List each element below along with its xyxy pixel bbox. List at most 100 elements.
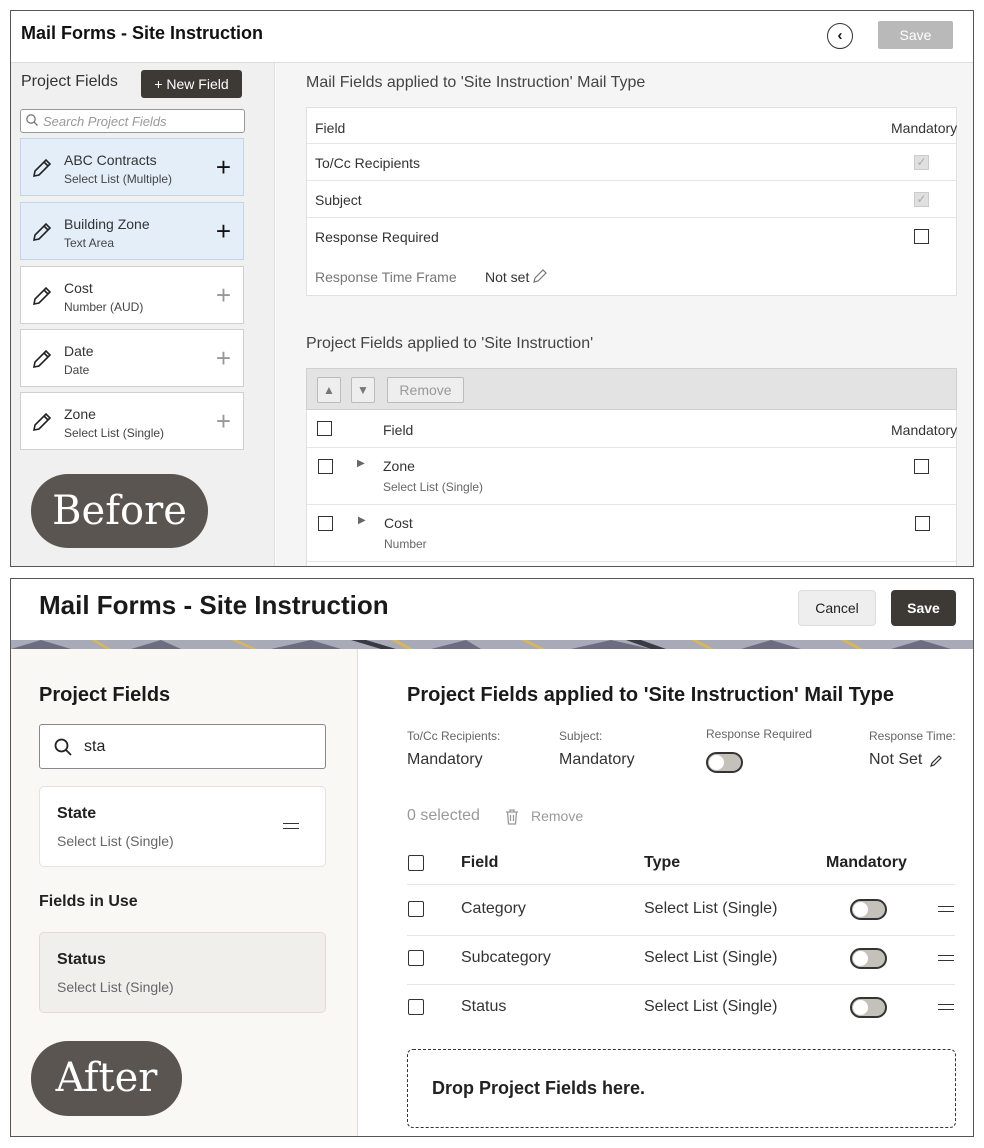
type-header: Type bbox=[644, 854, 681, 871]
drag-handle-icon[interactable] bbox=[938, 1004, 954, 1010]
search-input[interactable]: Search Project Fields bbox=[20, 109, 245, 133]
mandatory-header: Mandatory bbox=[826, 854, 907, 871]
drop-zone[interactable]: Drop Project Fields here. bbox=[407, 1049, 956, 1128]
selected-count: 0 selected bbox=[407, 807, 480, 824]
field-link[interactable]: Zone bbox=[383, 458, 415, 474]
add-icon[interactable]: + bbox=[216, 282, 231, 308]
row-checkbox[interactable] bbox=[318, 459, 333, 474]
mandatory-checkbox[interactable] bbox=[915, 516, 930, 531]
response-required-label: Response Required bbox=[706, 727, 813, 741]
pencil-icon bbox=[32, 286, 52, 306]
add-icon[interactable]: + bbox=[216, 345, 231, 371]
remove-button[interactable]: Remove bbox=[531, 808, 583, 824]
field-name: Cost bbox=[64, 280, 93, 296]
trash-icon[interactable] bbox=[504, 808, 520, 826]
field-card[interactable]: ABC Contracts Select List (Multiple) + bbox=[20, 138, 244, 196]
mandatory-checkbox: ✓ bbox=[914, 192, 929, 207]
search-input[interactable]: sta bbox=[39, 724, 326, 769]
drop-zone-label: Drop Project Fields here. bbox=[432, 1078, 646, 1098]
field-type: Select List (Multiple) bbox=[64, 172, 173, 186]
field-link[interactable]: Subcategory bbox=[461, 949, 551, 967]
table-row: ▶ Cost Number bbox=[307, 505, 956, 562]
new-field-button[interactable]: + New Field bbox=[141, 70, 242, 98]
field-name: Zone bbox=[64, 406, 96, 422]
add-icon[interactable]: + bbox=[216, 154, 231, 180]
mandatory-toggle[interactable] bbox=[850, 997, 887, 1018]
field-card[interactable]: State Select List (Single) bbox=[39, 786, 326, 867]
row-checkbox[interactable] bbox=[408, 999, 424, 1015]
project-fields-table: Field Mandatory ▶ Zone Select List (Sing… bbox=[306, 410, 958, 566]
field-header: Field bbox=[461, 854, 499, 871]
page-title: Mail Forms - Site Instruction bbox=[39, 590, 389, 620]
field-name: State bbox=[57, 805, 97, 822]
pencil-icon[interactable] bbox=[532, 268, 548, 284]
field-type: Number (AUD) bbox=[64, 300, 144, 314]
pencil-icon bbox=[32, 222, 52, 242]
recipients-value: Mandatory bbox=[407, 751, 483, 768]
response-required-toggle[interactable] bbox=[706, 752, 743, 773]
table-header: Field Mandatory bbox=[307, 410, 958, 448]
move-up-button[interactable]: ▲ bbox=[317, 377, 341, 403]
field-card[interactable]: Cost Number (AUD) + bbox=[20, 266, 244, 324]
recipients-label: To/Cc Recipients: bbox=[407, 729, 501, 743]
pencil-icon bbox=[32, 349, 52, 369]
back-button[interactable]: ‹ bbox=[827, 23, 853, 49]
field-link[interactable]: Category bbox=[461, 900, 526, 918]
toolbar: ▲ ▼ Remove bbox=[306, 368, 957, 410]
field-type: Select List (Single) bbox=[644, 998, 778, 1015]
select-all-checkbox[interactable] bbox=[408, 855, 424, 871]
select-all-checkbox[interactable] bbox=[317, 421, 332, 436]
field-name: Building Zone bbox=[64, 216, 150, 232]
search-icon bbox=[54, 738, 72, 756]
field-type: Select List (Single) bbox=[383, 480, 484, 494]
divider bbox=[407, 884, 955, 885]
response-time-label: Response Time: bbox=[869, 729, 956, 743]
save-button[interactable]: Save bbox=[878, 21, 953, 49]
table-row: To/Cc Recipients ✓ bbox=[307, 144, 956, 181]
add-icon[interactable]: + bbox=[216, 408, 231, 434]
remove-button[interactable]: Remove bbox=[387, 377, 464, 403]
table-row: ▶ Zone Select List (Single) bbox=[307, 448, 956, 505]
row-checkbox[interactable] bbox=[408, 950, 424, 966]
divider bbox=[407, 984, 955, 985]
mandatory-header: Mandatory bbox=[891, 422, 958, 438]
field-card[interactable]: Building Zone Text Area + bbox=[20, 202, 244, 260]
field-type: Date bbox=[64, 363, 90, 377]
field-header: Field bbox=[315, 120, 346, 136]
drag-handle-icon[interactable] bbox=[283, 823, 299, 829]
table-row: Response Required bbox=[307, 218, 956, 255]
subject-value: Mandatory bbox=[559, 751, 635, 768]
main-title: Project Fields applied to 'Site Instruct… bbox=[407, 684, 894, 706]
mandatory-toggle[interactable] bbox=[850, 899, 887, 920]
row-checkbox[interactable] bbox=[408, 901, 424, 917]
field-type: Select List (Single) bbox=[644, 949, 778, 966]
field-link[interactable]: Cost bbox=[384, 515, 413, 531]
field-link[interactable]: Status bbox=[461, 998, 506, 1016]
expand-icon[interactable]: ▶ bbox=[357, 458, 365, 469]
mandatory-checkbox[interactable] bbox=[914, 459, 929, 474]
mandatory-checkbox[interactable] bbox=[914, 229, 929, 244]
page-title: Mail Forms - Site Instruction bbox=[21, 23, 264, 43]
expand-icon[interactable]: ▶ bbox=[358, 515, 366, 526]
pencil-icon bbox=[32, 158, 52, 178]
row-label: Response Required bbox=[315, 229, 439, 245]
add-icon[interactable]: + bbox=[216, 218, 231, 244]
pencil-icon[interactable] bbox=[929, 754, 943, 768]
field-type: Text Area bbox=[64, 236, 115, 250]
pencil-icon bbox=[32, 412, 52, 432]
project-fields-label: Project Fields bbox=[39, 684, 171, 706]
cancel-button[interactable]: Cancel bbox=[798, 590, 876, 626]
subject-label: Subject: bbox=[559, 729, 603, 743]
field-card[interactable]: Date Date + bbox=[20, 329, 244, 387]
drag-handle-icon[interactable] bbox=[938, 955, 954, 961]
drag-handle-icon[interactable] bbox=[938, 906, 954, 912]
save-button[interactable]: Save bbox=[891, 590, 956, 626]
move-down-button[interactable]: ▼ bbox=[351, 377, 375, 403]
row-label: Subject bbox=[315, 192, 362, 208]
search-value: sta bbox=[84, 738, 106, 755]
mandatory-toggle[interactable] bbox=[850, 948, 887, 969]
field-card[interactable]: Zone Select List (Single) + bbox=[20, 392, 244, 450]
row-checkbox[interactable] bbox=[318, 516, 333, 531]
mail-fields-title: Mail Fields applied to 'Site Instruction… bbox=[306, 74, 646, 91]
after-screenshot: Mail Forms - Site Instruction Cancel Sav… bbox=[10, 578, 974, 1137]
